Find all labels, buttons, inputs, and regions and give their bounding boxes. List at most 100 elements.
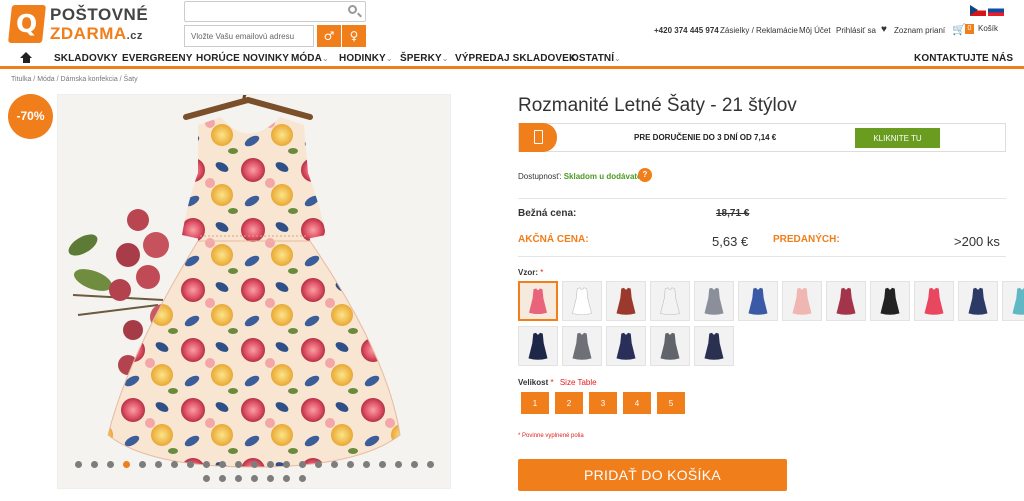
size-option-1[interactable]: 1 (521, 392, 549, 414)
delivery-click-button[interactable]: KLIKNITE TU (855, 128, 940, 148)
nav-item-horuce-novinky[interactable]: HORÚCE NOVINKY (196, 53, 289, 64)
search-icon[interactable] (348, 5, 357, 14)
gallery-dot[interactable] (90, 461, 98, 468)
slovak-flag-icon[interactable] (988, 5, 1004, 16)
pattern-swatch[interactable] (694, 281, 734, 321)
pattern-swatch[interactable] (606, 326, 646, 366)
gallery-dot[interactable] (378, 461, 386, 468)
pattern-swatch[interactable] (606, 281, 646, 321)
gallery-dot[interactable] (74, 461, 82, 468)
gallery-dot[interactable] (218, 461, 226, 468)
gallery-dot[interactable] (250, 461, 258, 468)
nav-item-ostatni[interactable]: OSTATNÍ⌄ (571, 53, 621, 64)
delivery-banner: PRE DORUČENIE DO 3 DNÍ OD 7,14 € KLIKNIT… (518, 123, 1006, 152)
gallery-dot[interactable] (234, 461, 242, 468)
link-wishlist[interactable]: Zoznam prianí (894, 26, 945, 35)
link-shipments[interactable]: Zásielky / Reklamácie (720, 26, 798, 35)
gallery-dot[interactable] (330, 461, 338, 468)
size-option-2[interactable]: 2 (555, 392, 583, 414)
cart-link[interactable]: Košík (978, 24, 998, 33)
search-input[interactable] (184, 1, 366, 22)
dress-thumbnail (827, 282, 865, 320)
nav-item-moda[interactable]: MÓDA⌄ (291, 53, 329, 64)
sold-value: >200 ks (954, 234, 1000, 249)
nav-item-evergreeny[interactable]: EVERGREENY (122, 53, 192, 64)
gallery-dot[interactable] (218, 475, 226, 482)
regular-price-label: Bežná cena: (518, 208, 577, 219)
pattern-swatch[interactable] (650, 326, 690, 366)
gallery-dot[interactable] (170, 461, 178, 468)
product-title: Rozmanité Letné Šaty - 21 štýlov (518, 95, 797, 116)
divider (518, 256, 1006, 257)
gallery-dot[interactable] (250, 475, 258, 482)
cart-count-badge: 0 (965, 24, 974, 34)
size-table-link[interactable]: Size Table (560, 378, 597, 387)
gallery-dot[interactable] (154, 461, 162, 468)
gallery-dot[interactable] (122, 461, 130, 468)
gallery-dot[interactable] (282, 475, 290, 482)
gallery-dot[interactable] (234, 475, 242, 482)
gallery-dot[interactable] (138, 461, 146, 468)
gallery-dot[interactable] (266, 475, 274, 482)
dress-thumbnail (520, 283, 556, 319)
delivery-text: PRE DORUČENIE DO 3 DNÍ OD 7,14 € (634, 133, 777, 142)
nav-item-hodinky[interactable]: HODINKY⌄ (339, 53, 393, 64)
pattern-swatch[interactable] (826, 281, 866, 321)
czech-flag-icon[interactable] (970, 5, 986, 16)
pattern-swatch[interactable] (782, 281, 822, 321)
gallery-dot[interactable] (394, 461, 402, 468)
gallery-dot[interactable] (186, 461, 194, 468)
pattern-swatch[interactable] (650, 281, 690, 321)
pattern-swatch[interactable] (914, 281, 954, 321)
regular-price: 18,71 € (716, 208, 750, 219)
pattern-swatch[interactable] (958, 281, 998, 321)
pattern-swatch[interactable] (518, 326, 558, 366)
heart-icon[interactable]: ♥ (881, 24, 887, 35)
sale-price-label: AKČNÁ CENA: (518, 234, 589, 245)
dress-thumbnail (959, 282, 997, 320)
nav-item-vypredaj[interactable]: VÝPREDAJ SKLADOVEK (455, 53, 576, 64)
dress-thumbnail (607, 327, 645, 365)
help-icon[interactable]: ? (638, 168, 652, 182)
pattern-swatch[interactable] (738, 281, 778, 321)
size-option-4[interactable]: 4 (623, 392, 651, 414)
dress-thumbnail (651, 282, 689, 320)
link-my-account[interactable]: Môj Účet (799, 26, 831, 35)
nav-item-skladovky[interactable]: SKLADOVKY (54, 53, 118, 64)
gallery-dot[interactable] (346, 461, 354, 468)
gallery-dot[interactable] (202, 475, 210, 482)
size-option-3[interactable]: 3 (589, 392, 617, 414)
breadcrumb[interactable]: Titulka / Móda / Dámska konfekcia / Šaty (11, 76, 138, 83)
nav-item-contact[interactable]: KONTAKTUJTE NÁS (914, 53, 1013, 64)
nav-item-sperky[interactable]: ŠPERKY⌄ (400, 53, 449, 64)
home-icon[interactable] (20, 52, 32, 64)
pattern-swatch[interactable] (1002, 281, 1024, 321)
pattern-swatch[interactable] (562, 326, 602, 366)
gallery-dot[interactable] (314, 461, 322, 468)
size-option-5[interactable]: 5 (657, 392, 685, 414)
pattern-swatch[interactable] (870, 281, 910, 321)
gallery-dot[interactable] (410, 461, 418, 468)
gallery-dot[interactable] (266, 461, 274, 468)
gallery-dot[interactable] (106, 461, 114, 468)
gallery-dot[interactable] (362, 461, 370, 468)
pattern-swatch[interactable] (694, 326, 734, 366)
gallery-dot[interactable] (298, 475, 306, 482)
divider (518, 198, 1006, 199)
dress-thumbnail (695, 282, 733, 320)
sold-label: PREDANÝCH: (773, 234, 840, 245)
add-to-cart-button[interactable]: PRIDAŤ DO KOŠÍKA (518, 459, 787, 491)
pattern-swatch[interactable] (562, 281, 602, 321)
gallery-dot[interactable] (298, 461, 306, 468)
gallery-dot[interactable] (282, 461, 290, 468)
gallery-dot[interactable] (426, 461, 434, 468)
gallery-dot[interactable] (202, 461, 210, 468)
cart-icon[interactable]: 🛒 (952, 23, 966, 36)
link-login[interactable]: Prihlásiť sa (836, 26, 876, 35)
required-mark: * (550, 378, 554, 387)
top-links: +420 374 445 974 Zásielky / Reklamácie M… (0, 24, 1024, 40)
product-main-image[interactable] (57, 94, 451, 489)
nav-label-ostatni: OSTATNÍ (571, 53, 615, 64)
main-navigation: SKLADOVKY EVERGREENY HORÚCE NOVINKY MÓDA… (0, 50, 1024, 69)
pattern-swatch[interactable] (518, 281, 558, 321)
